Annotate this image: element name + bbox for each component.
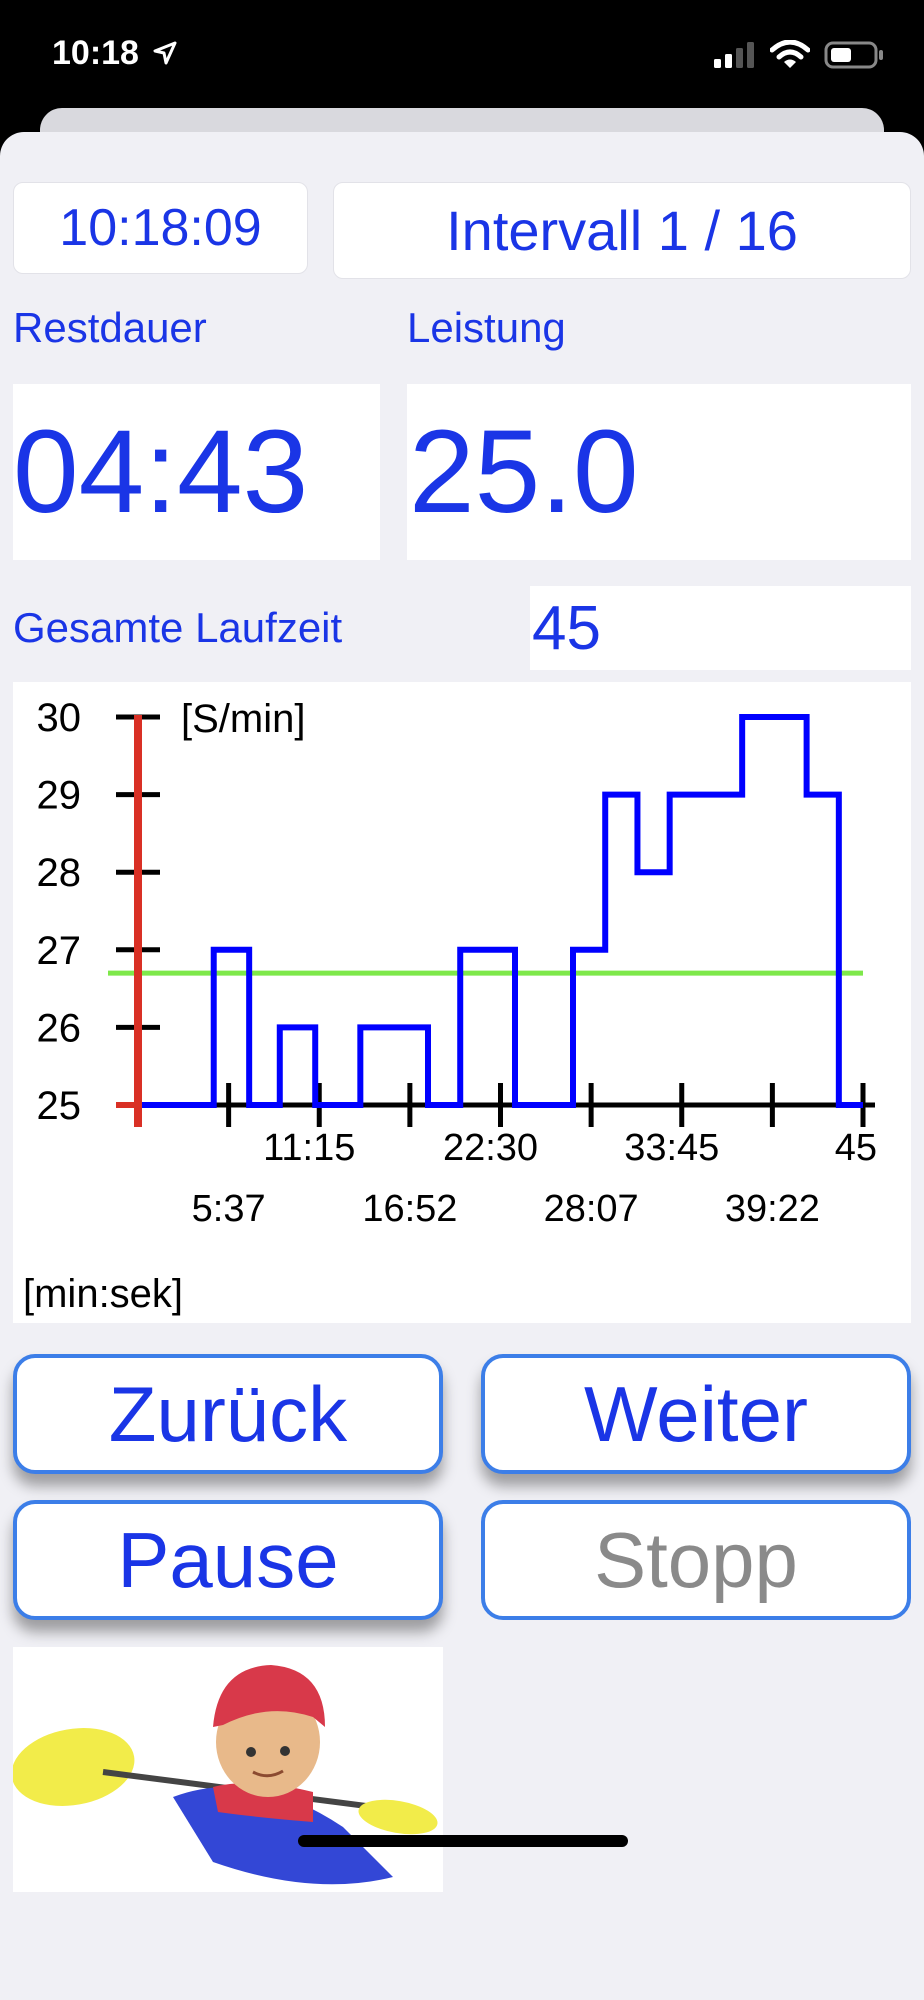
series-line [138,714,863,1108]
y-tick-label: 27 [37,929,82,973]
x-tick-label: 22:30 [443,1127,538,1169]
status-time: 10:18 [52,34,178,73]
x-axis-label: [min:sek] [23,1272,183,1316]
x-tick-label: 45 [835,1127,877,1169]
clock-display: 10:18:09 [13,182,308,274]
stop-button[interactable]: Stopp [481,1500,911,1620]
cellular-signal-icon [714,42,754,68]
interval-display: Intervall 1 / 16 [333,182,911,279]
y-tick-label: 30 [37,696,82,740]
performance-label: Leistung [407,304,566,351]
chart-svg: 30 29 28 27 26 25 [S/min] 5:37 16:52 28:07 39:22 11… [23,696,877,1316]
x-tick-label: 11:15 [263,1127,355,1169]
next-button[interactable]: Weiter [481,1354,911,1474]
status-icons [712,40,884,70]
y-tick-label: 26 [37,1006,82,1050]
rest-duration-label: Restdauer [13,304,207,351]
status-bar: 10:18 [0,0,924,110]
stroke-rate-chart: 30 29 28 27 26 25 [S/min] 5:37 16:52 28:07 39:22 11… [13,682,911,1323]
total-runtime-label: Gesamte Laufzeit [13,604,343,651]
kayaker-image [11,1647,443,1892]
y-axis-label: [S/min] [181,697,305,741]
pause-button[interactable]: Pause [13,1500,443,1620]
x-tick-label: 5:37 [192,1188,266,1230]
x-tick-label: 33:45 [624,1127,719,1169]
x-tick-label: 28:07 [544,1188,639,1230]
phone-screen: 10:18 10:18:09 Intervall 1 / 16 Restdaue… [0,0,924,2000]
y-tick-label: 29 [37,774,82,818]
y-tick-label: 25 [37,1084,82,1128]
y-tick-label: 28 [37,851,82,895]
home-indicator[interactable] [298,1835,628,1847]
rest-duration-value: 04:43 [13,384,380,560]
location-arrow-icon [153,41,177,65]
x-tick-label: 16:52 [362,1188,457,1230]
status-time-text: 10:18 [52,34,139,72]
wifi-icon [770,40,810,68]
performance-value: 25.0 [407,384,911,560]
x-tick-label: 39:22 [725,1188,820,1230]
kayaker-icon [11,1665,438,1885]
total-runtime-value: 45 [530,586,911,670]
battery-icon [824,41,883,69]
app-sheet: 10:18:09 Intervall 1 / 16 Restdauer Leis… [0,132,924,2000]
back-button[interactable]: Zurück [13,1354,443,1474]
